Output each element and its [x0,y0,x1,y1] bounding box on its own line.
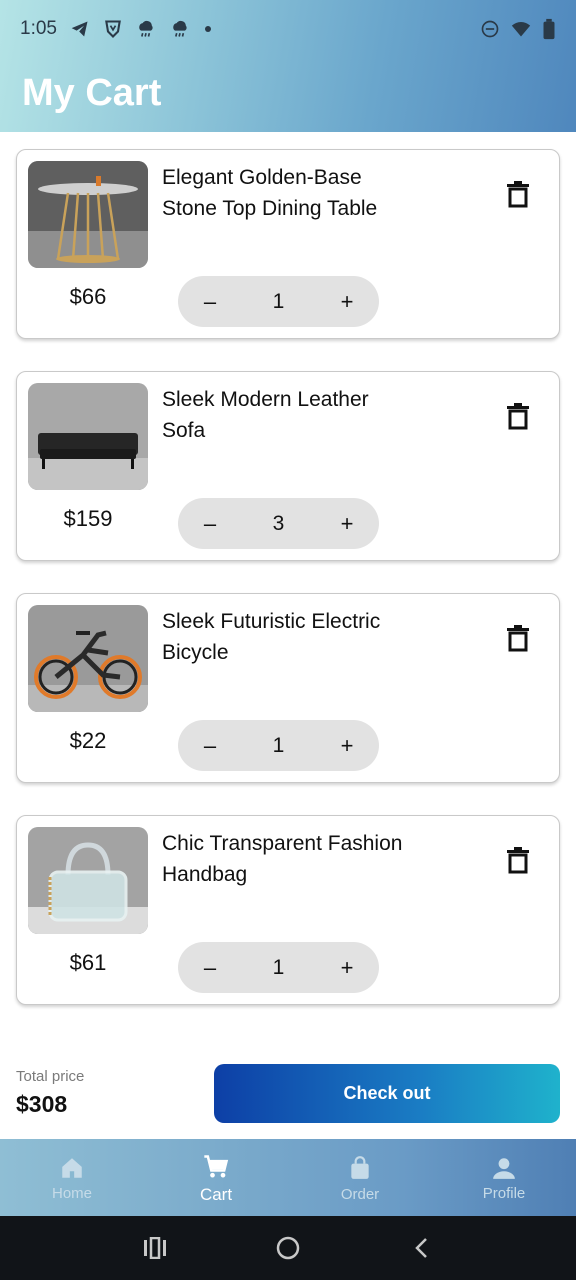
recent-apps-button[interactable] [89,1237,222,1259]
nav-label-home: Home [51,1185,92,1202]
delete-icon[interactable] [505,624,531,652]
nav-item-profile[interactable]: Profile [432,1139,576,1216]
quantity-value: 1 [272,289,285,313]
sofa-image[interactable] [28,383,148,490]
weather-storm-icon [139,20,153,37]
do-not-disturb-icon [481,20,499,38]
nav-label-order: Order [340,1186,380,1203]
home-icon [62,1158,82,1178]
quantity-value: 3 [272,511,285,535]
delete-icon[interactable] [505,846,531,874]
quantity-value: 1 [272,733,285,757]
item-price: $22 [69,728,107,753]
total-price-label: Total price [16,1068,85,1085]
handbag-illustration [28,827,148,934]
dining-table-illustration [28,161,148,268]
cart-item-card: Sleek Futuristic Electric Bicycle $22 – … [16,593,560,783]
shield-icon [105,20,121,38]
item-price: $61 [69,950,107,975]
increment-button[interactable]: + [315,942,379,993]
item-name: Chic Transparent Fashion Handbag [162,832,403,886]
nav-item-order[interactable]: Order [288,1139,432,1216]
cart-item-card: Sleek Modern Leather Sofa $159 – 3 + [16,371,560,561]
home-system-button[interactable] [222,1235,355,1261]
back-button[interactable] [355,1236,488,1260]
cart-item-card: Elegant Golden-Base Stone Top Dining Tab… [16,149,560,339]
increment-button[interactable]: + [315,498,379,549]
bottom-navigation: Home Cart Order Profile [0,1139,576,1216]
item-name: Sleek Futuristic Electric Bicycle [162,610,381,664]
handbag-image[interactable] [28,827,148,934]
decrement-button[interactable]: – [178,720,242,771]
page-title: My Cart [22,72,162,114]
nav-item-home[interactable]: Home [0,1139,144,1216]
delete-icon[interactable] [505,180,531,208]
delete-icon[interactable] [505,402,531,430]
electric-bicycle-image[interactable] [28,605,148,712]
nav-label-cart: Cart [199,1184,233,1204]
telegram-icon [71,21,88,37]
item-price: $66 [69,284,107,309]
item-name: Elegant Golden-Base Stone Top Dining Tab… [162,166,378,220]
status-time: 1:05 [20,18,57,39]
dining-table-image[interactable] [28,161,148,268]
app-header: 1:05 My Cart [0,0,576,132]
bicycle-illustration [28,605,148,712]
back-chevron-icon [415,1238,427,1258]
decrement-button[interactable]: – [178,276,242,327]
status-bar: 1:05 [0,0,576,58]
checkout-button[interactable]: Check out [214,1064,560,1123]
item-price: $159 [63,506,113,531]
sofa-illustration [28,383,148,490]
quantity-value: 1 [272,955,285,979]
system-navigation-bar [0,1216,576,1280]
recent-apps-icon [144,1237,166,1259]
item-name: Sleek Modern Leather Sofa [162,388,369,442]
quantity-stepper: – 1 + [178,942,379,993]
bag-icon [351,1156,369,1179]
increment-button[interactable]: + [315,720,379,771]
notification-dot-icon [204,26,211,32]
wifi-icon [511,22,531,37]
battery-icon [543,18,555,40]
quantity-stepper: – 1 + [178,276,379,327]
quantity-stepper: – 3 + [178,498,379,549]
quantity-stepper: – 1 + [178,720,379,771]
increment-button[interactable]: + [315,276,379,327]
cart-icon [204,1154,229,1177]
total-price-value: $308 [16,1091,68,1117]
person-icon [493,1158,515,1179]
decrement-button[interactable]: – [178,942,242,993]
cart-item-card: Chic Transparent Fashion Handbag $61 – 1… [16,815,560,1005]
decrement-button[interactable]: – [178,498,242,549]
home-circle-icon [276,1236,300,1260]
weather-storm-icon-2 [173,20,187,37]
nav-label-profile: Profile [482,1185,526,1202]
nav-item-cart[interactable]: Cart [144,1139,288,1216]
